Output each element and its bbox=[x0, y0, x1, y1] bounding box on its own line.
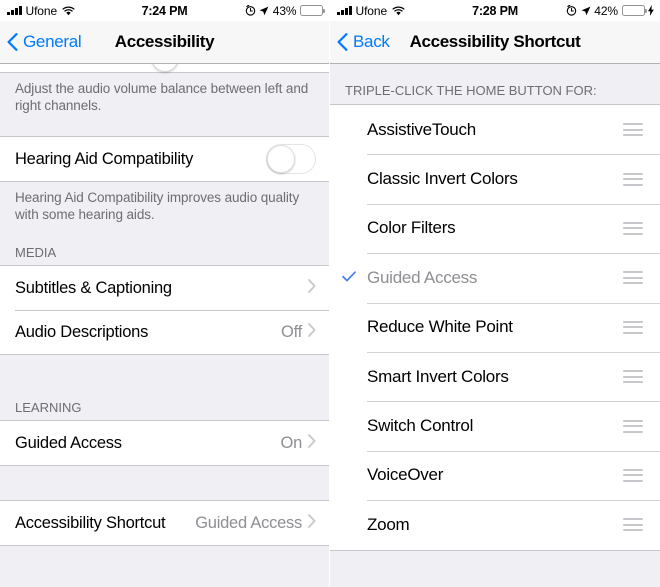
right-status-right: 42% bbox=[566, 4, 654, 18]
row-subtitles-captioning[interactable]: Subtitles & Captioning bbox=[0, 266, 329, 310]
wifi-icon bbox=[392, 6, 405, 16]
shortcut-option-label: Classic Invert Colors bbox=[367, 169, 518, 189]
hearing-aid-section: Hearing Aid Compatibility bbox=[0, 136, 329, 182]
row-audio-descriptions[interactable]: Audio Descriptions Off bbox=[0, 310, 329, 354]
reorder-handle-icon[interactable] bbox=[623, 419, 643, 433]
reorder-handle-icon[interactable] bbox=[623, 370, 643, 384]
hearing-aid-footer: Hearing Aid Compatibility improves audio… bbox=[15, 190, 300, 222]
shortcut-option-row[interactable]: AssistiveTouch bbox=[330, 105, 660, 155]
row-label: Accessibility Shortcut bbox=[15, 513, 166, 532]
row-value: On bbox=[280, 433, 302, 452]
left-scroll-area[interactable]: Adjust the audio volume balance between … bbox=[0, 64, 329, 586]
left-phone-screen: Ufone 7:24 PM 43% General Accessibility … bbox=[0, 0, 330, 587]
left-status-right: 43% bbox=[245, 3, 325, 18]
row-label: Audio Descriptions bbox=[15, 322, 149, 341]
left-status-left: Ufone bbox=[7, 4, 75, 18]
hearing-aid-toggle[interactable] bbox=[266, 144, 316, 174]
chevron-left-icon bbox=[7, 33, 18, 51]
right-status-left: Ufone bbox=[337, 4, 405, 18]
volume-balance-slider[interactable] bbox=[0, 64, 329, 73]
volume-balance-footer: Adjust the audio volume balance between … bbox=[15, 81, 309, 113]
reorder-handle-icon[interactable] bbox=[623, 221, 643, 235]
reorder-handle-icon[interactable] bbox=[623, 468, 643, 482]
lightning-bolt-icon bbox=[648, 5, 654, 16]
shortcut-option-row[interactable]: Zoom bbox=[330, 500, 660, 550]
learning-section: Guided Access On bbox=[0, 420, 329, 466]
checkmark-slot bbox=[330, 269, 367, 287]
row-value: Off bbox=[281, 322, 302, 341]
location-arrow-icon bbox=[259, 6, 269, 16]
shortcut-option-label: Zoom bbox=[367, 514, 410, 534]
gap-2 bbox=[0, 223, 329, 245]
shortcut-option-row[interactable]: Switch Control bbox=[330, 401, 660, 451]
right-status-bar: Ufone 7:28 PM 42% bbox=[330, 0, 660, 21]
carrier-label: Ufone bbox=[25, 3, 58, 18]
row-guided-access[interactable]: Guided Access On bbox=[0, 421, 329, 465]
reorder-handle-icon[interactable] bbox=[623, 123, 643, 137]
signal-bars-icon bbox=[7, 6, 22, 15]
right-scroll-area[interactable]: TRIPLE-CLICK THE HOME BUTTON FOR: Assist… bbox=[330, 64, 660, 586]
learning-section-header: LEARNING bbox=[15, 400, 82, 415]
shortcut-section-header: TRIPLE-CLICK THE HOME BUTTON FOR: bbox=[345, 83, 597, 98]
media-section: Subtitles & Captioning Audio Description… bbox=[0, 265, 329, 355]
back-button[interactable]: Back bbox=[330, 32, 390, 52]
gap-1 bbox=[0, 114, 329, 136]
back-button-label: Back bbox=[353, 32, 390, 51]
gap-4 bbox=[0, 466, 329, 500]
chevron-right-icon bbox=[308, 278, 316, 298]
signal-bars-icon bbox=[337, 6, 352, 15]
alarm-clock-icon bbox=[245, 5, 256, 16]
checkmark-icon bbox=[341, 269, 356, 287]
carrier-label: Ufone bbox=[355, 3, 388, 18]
row-label: Subtitles & Captioning bbox=[15, 278, 172, 297]
shortcut-option-label: Switch Control bbox=[367, 416, 474, 436]
reorder-handle-icon[interactable] bbox=[623, 320, 643, 334]
alarm-clock-icon bbox=[566, 5, 577, 16]
media-section-header: MEDIA bbox=[15, 245, 57, 260]
slider-knob[interactable] bbox=[151, 64, 178, 72]
shortcut-option-label: Color Filters bbox=[367, 218, 456, 238]
shortcut-option-label: Guided Access bbox=[367, 267, 478, 287]
right-nav-bar: Back Accessibility Shortcut bbox=[330, 21, 660, 64]
shortcut-option-row[interactable]: Guided Access bbox=[330, 253, 660, 303]
chevron-right-icon bbox=[308, 433, 316, 453]
battery-icon bbox=[621, 5, 647, 16]
battery-icon bbox=[300, 5, 325, 16]
back-button-label: General bbox=[23, 32, 82, 51]
reorder-handle-icon[interactable] bbox=[623, 172, 643, 186]
row-value: Guided Access bbox=[195, 513, 302, 532]
reorder-handle-icon[interactable] bbox=[623, 271, 643, 285]
battery-percent-label: 42% bbox=[594, 3, 618, 18]
row-hearing-aid-compatibility[interactable]: Hearing Aid Compatibility bbox=[0, 137, 329, 181]
accessibility-shortcut-section: Accessibility Shortcut Guided Access bbox=[0, 500, 329, 546]
shortcut-option-label: VoiceOver bbox=[367, 465, 444, 485]
shortcut-option-row[interactable]: Color Filters bbox=[330, 203, 660, 254]
shortcut-option-label: AssistiveTouch bbox=[367, 119, 476, 139]
chevron-right-icon bbox=[308, 322, 316, 342]
shortcut-option-label: Smart Invert Colors bbox=[367, 366, 509, 386]
back-button-general[interactable]: General bbox=[0, 32, 82, 52]
right-phone-screen: Ufone 7:28 PM 42% Back Accessibility Sho… bbox=[330, 0, 660, 587]
dual-screenshot-stage: Ufone 7:24 PM 43% General Accessibility … bbox=[0, 0, 660, 587]
battery-percent-label: 43% bbox=[272, 3, 297, 18]
chevron-right-icon bbox=[308, 513, 316, 533]
location-arrow-icon bbox=[581, 6, 591, 16]
left-status-bar: Ufone 7:24 PM 43% bbox=[0, 0, 329, 21]
chevron-left-icon bbox=[337, 33, 348, 51]
shortcut-option-label: Reduce White Point bbox=[367, 317, 513, 337]
shortcut-options-list: AssistiveTouch Classic Invert Colors Color… bbox=[330, 104, 660, 551]
gap-3 bbox=[0, 355, 329, 400]
row-accessibility-shortcut[interactable]: Accessibility Shortcut Guided Access bbox=[0, 501, 329, 545]
row-label: Hearing Aid Compatibility bbox=[15, 149, 194, 168]
shortcut-option-row[interactable]: VoiceOver bbox=[330, 450, 660, 501]
reorder-handle-icon[interactable] bbox=[623, 518, 643, 532]
shortcut-option-row[interactable]: Classic Invert Colors bbox=[330, 154, 660, 204]
shortcut-option-row[interactable]: Reduce White Point bbox=[330, 302, 660, 352]
shortcut-option-row[interactable]: Smart Invert Colors bbox=[330, 351, 660, 402]
left-nav-bar: General Accessibility bbox=[0, 21, 329, 64]
toggle-knob bbox=[267, 145, 295, 173]
row-label: Guided Access bbox=[15, 433, 122, 452]
wifi-icon bbox=[62, 6, 75, 16]
